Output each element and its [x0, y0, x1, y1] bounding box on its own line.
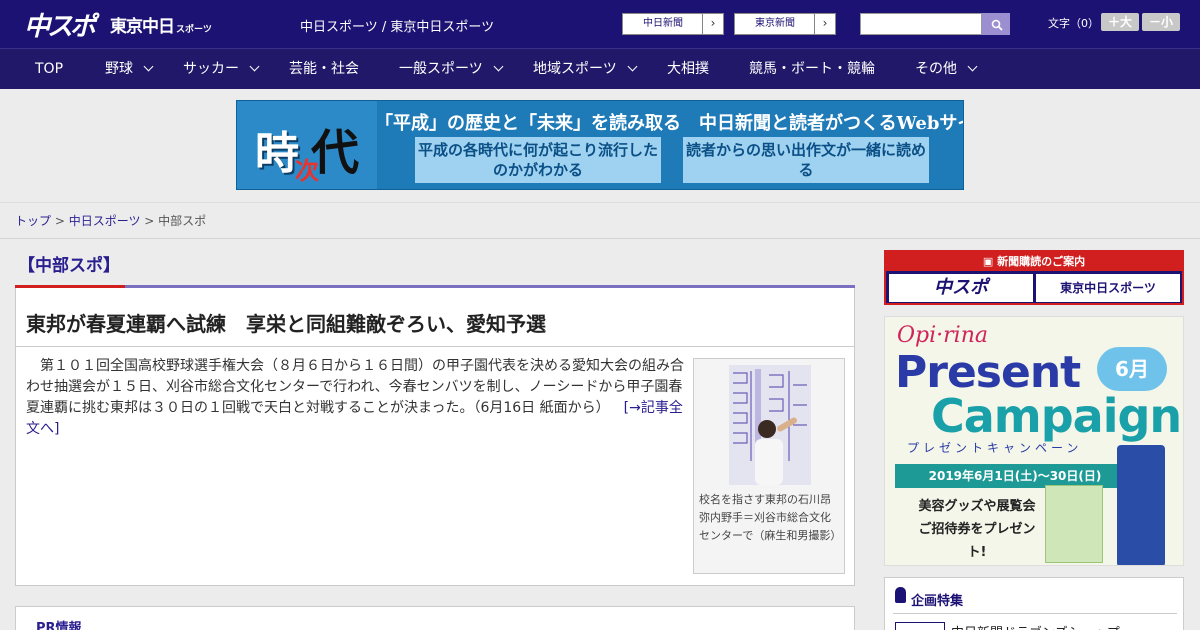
ad-kana: プレゼントキャンペーン — [907, 441, 1083, 455]
main-nav: TOP 野球 サッカー 芸能・社会 一般スポーツ 地域スポーツ 大相撲 競馬・ボ… — [0, 48, 1200, 89]
feature-item-link[interactable]: 中日新聞ドラゴンズショップ — [951, 622, 1120, 630]
chunichi-shimbun-button[interactable]: 中日新聞 › — [622, 13, 724, 35]
subscription-heading-text: 新聞購読のご案内 — [997, 255, 1086, 268]
ad-headline-2: Campaign — [931, 389, 1182, 443]
banner-box-left: 平成の各時代に何が起こり流行したのかがわかる — [415, 137, 661, 183]
site-header: 中スポ 東京中日 スポーツ 中日スポーツ / 東京中日スポーツ 中日新聞 › 東京… — [0, 0, 1200, 48]
ad-product-box — [1045, 485, 1103, 563]
ad-product-bottle — [1117, 445, 1165, 565]
article-photo-box: 校名を指さす東邦の石川昂弥内野手＝刈谷市総合文化センターで（麻生和男撮影） — [693, 358, 845, 574]
chevron-right-icon: › — [702, 14, 723, 34]
nav-item-top[interactable]: TOP — [35, 49, 63, 89]
banner-box-right: 読者からの思い出作文が一緒に読める — [683, 137, 929, 183]
nav-item-label: 芸能・社会 — [289, 61, 359, 77]
nav-item-label: 競馬・ボート・競輪 — [749, 61, 875, 77]
breadcrumb-home-link[interactable]: トップ — [15, 214, 51, 228]
font-smaller-button[interactable]: －小 — [1142, 13, 1180, 31]
nav-item-label: 野球 — [105, 61, 133, 77]
banner-headline: 「平成」の歴史と「未来」を読み取る 中日新聞と読者がつくるWebサイト — [375, 113, 964, 134]
tokyo-chunichi-logo-text: 東京中日 — [110, 17, 175, 37]
banner-kanji-1: 時 — [255, 128, 299, 179]
subscribe-tokyo-chunichi-logo[interactable]: 東京中日スポーツ — [1036, 274, 1180, 302]
nav-item-regional-sports[interactable]: 地域スポーツ — [533, 49, 638, 89]
chuspo-logo[interactable]: 中スポ — [24, 6, 96, 43]
section-title: 【中部スポ】 — [18, 256, 120, 276]
subscription-heading: ▣ 新聞購読のご案内 — [886, 252, 1182, 271]
chevron-down-icon — [493, 61, 504, 72]
search-button[interactable] — [982, 13, 1010, 35]
search-input[interactable] — [860, 13, 982, 35]
nav-item-entertainment[interactable]: 芸能・社会 — [289, 49, 359, 89]
feature-box: 企画特集 中日新聞ドラゴンズショップ — [884, 577, 1184, 630]
banner-kanji-3: 代 — [311, 125, 360, 181]
ad-brand: Opi·rina — [897, 323, 988, 348]
tokyo-chunichi-logo[interactable]: 東京中日 スポーツ — [110, 12, 212, 37]
nav-item-label: TOP — [35, 61, 64, 77]
present-campaign-ad[interactable]: Opi·rina Present Campaign 6月 プレゼントキャンペーン… — [884, 316, 1184, 566]
article-title[interactable]: 東邦が春夏連覇へ試練 享栄と同組難敵ぞろい、愛知予選 — [26, 308, 546, 337]
nav-item-label: 地域スポーツ — [533, 61, 617, 77]
nav-item-label: その他 — [915, 61, 957, 77]
article-body: 第１０１回全国高校野球選手権大会（８月６日から１６日間）の甲子園代表を決める愛知… — [26, 356, 686, 440]
pr-title: PR情報 — [36, 621, 82, 630]
photo-caption: 校名を指さす東邦の石川昂弥内野手＝刈谷市総合文化センターで（麻生和男撮影） — [699, 493, 842, 542]
nav-item-label: 一般スポーツ — [399, 61, 483, 77]
font-bigger-button[interactable]: ＋大 — [1101, 13, 1139, 31]
article-photo[interactable] — [729, 365, 811, 485]
nav-item-soccer[interactable]: サッカー — [183, 49, 260, 89]
nav-item-sumo[interactable]: 大相撲 — [667, 49, 709, 89]
nav-item-label: サッカー — [183, 61, 239, 77]
ad-month-badge: 6月 — [1097, 347, 1167, 391]
jidai-banner[interactable]: 時 次 代 「平成」の歴史と「未来」を読み取る 中日新聞と読者がつくるWebサイ… — [236, 100, 964, 190]
chunichi-shimbun-label: 中日新聞 — [643, 18, 683, 29]
player-photo-image — [729, 365, 811, 485]
site-name-link[interactable]: 中日スポーツ / 東京中日スポーツ — [300, 16, 494, 35]
article-card: 東邦が春夏連覇へ試練 享栄と同組難敵ぞろい、愛知予選 第１０１回全国高校野球選手… — [15, 288, 855, 586]
subscription-box[interactable]: ▣ 新聞購読のご案内 中スポ 東京中日スポーツ — [884, 250, 1184, 305]
chevron-down-icon — [627, 61, 638, 72]
nav-item-racing[interactable]: 競馬・ボート・競輪 — [749, 49, 875, 89]
tokyo-chunichi-logo-small: スポーツ — [176, 25, 212, 35]
tokyo-shimbun-label: 東京新聞 — [755, 18, 795, 29]
font-size-label: 文字（0） — [1048, 17, 1099, 30]
ad-gift-text: 美容グッズや展覧会ご招待券をプレゼント! — [918, 499, 1036, 560]
nav-item-general-sports[interactable]: 一般スポーツ — [399, 49, 504, 89]
banner-logo: 時 次 代 — [237, 101, 377, 189]
chevron-down-icon — [967, 61, 978, 72]
chevron-down-icon — [143, 61, 154, 72]
newspaper-icon: ▣ — [982, 255, 998, 268]
feature-divider — [893, 613, 1177, 614]
breadcrumb-bar: トップ > 中日スポーツ > 中部スポ — [0, 202, 1200, 239]
tokyo-shimbun-button[interactable]: 東京新聞 › — [734, 13, 836, 35]
feature-thumbnail[interactable] — [895, 622, 945, 630]
article-text: 第１０１回全国高校野球選手権大会（８月６日から１６日間）の甲子園代表を決める愛知… — [26, 358, 684, 416]
article-divider — [16, 346, 854, 347]
pr-section: PR情報 — [15, 606, 855, 630]
nav-item-other[interactable]: その他 — [915, 49, 978, 89]
subscribe-chuspo-logo[interactable]: 中スポ — [889, 274, 1033, 302]
feature-title: 企画特集 — [911, 594, 964, 609]
ribbon-icon — [895, 587, 906, 603]
breadcrumb: トップ > 中日スポーツ > 中部スポ — [15, 212, 206, 229]
nav-item-label: 大相撲 — [667, 61, 709, 77]
breadcrumb-parent-link[interactable]: 中日スポーツ — [69, 214, 141, 228]
chevron-right-icon: › — [814, 14, 835, 34]
breadcrumb-separator: > — [51, 214, 69, 228]
breadcrumb-separator: > — [140, 214, 159, 228]
search-icon — [991, 19, 1003, 31]
breadcrumb-current: 中部スポ — [158, 214, 207, 228]
chevron-down-icon — [249, 61, 260, 72]
nav-item-baseball[interactable]: 野球 — [105, 49, 154, 89]
